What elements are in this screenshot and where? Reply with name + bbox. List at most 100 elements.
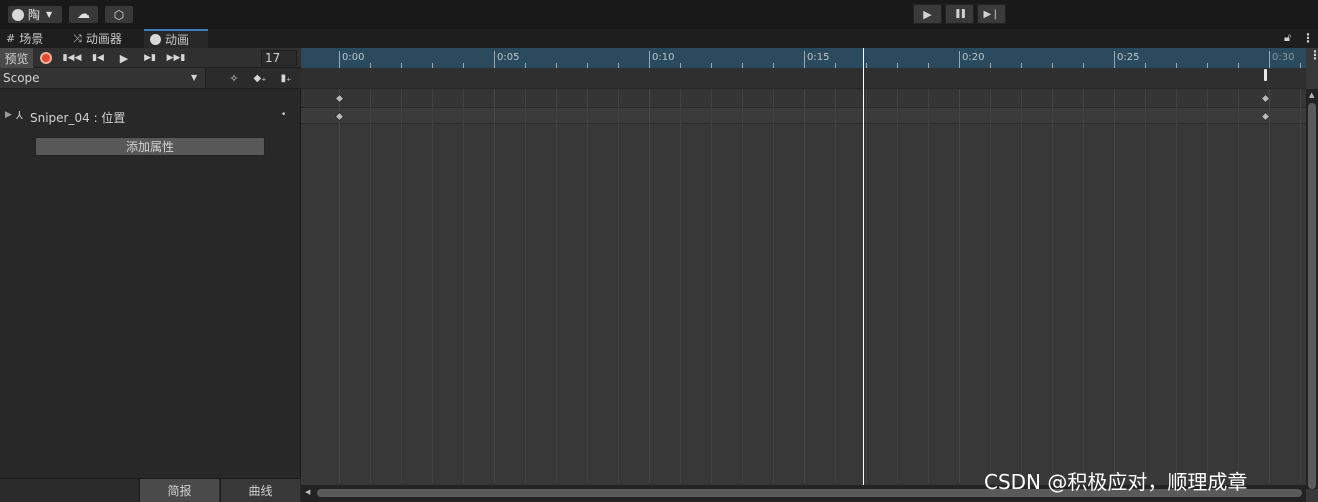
grid-line bbox=[680, 89, 681, 483]
clip-row: Scope ▼ ✧ ◆₊ ▮₊ bbox=[0, 68, 301, 89]
tab-animation[interactable]: 动画 bbox=[144, 29, 208, 48]
skip-end-icon: ▶▶▮ bbox=[166, 53, 186, 63]
account-icon bbox=[12, 8, 24, 21]
filter-button[interactable]: ✧ bbox=[222, 69, 246, 87]
grid-line bbox=[525, 89, 526, 483]
grid-line bbox=[1238, 89, 1239, 483]
scroll-left-icon[interactable]: ◀ bbox=[305, 488, 310, 496]
pause-icon: ❚❚ bbox=[953, 9, 967, 19]
add-keyframe-button[interactable]: ◆₊ bbox=[248, 69, 272, 87]
grid-line bbox=[587, 89, 588, 483]
grid-line bbox=[401, 89, 402, 483]
account-label: 陶 bbox=[28, 8, 41, 22]
cloud-icon: ☁ bbox=[77, 7, 90, 22]
tab-animator[interactable]: ⤨ 动画器 bbox=[73, 29, 143, 48]
expand-triangle-icon[interactable]: ▶ bbox=[5, 110, 12, 120]
grid-line bbox=[897, 89, 898, 483]
clock-icon bbox=[150, 34, 161, 45]
grid-line bbox=[711, 89, 712, 483]
vertical-scrollbar[interactable]: ▲ bbox=[1306, 89, 1318, 489]
cloud-button[interactable]: ☁ bbox=[68, 5, 99, 24]
vertical-scroll-thumb[interactable] bbox=[1308, 103, 1316, 489]
grid-line bbox=[1176, 89, 1177, 483]
add-property-button[interactable]: 添加属性 bbox=[35, 137, 265, 156]
first-keyframe-button[interactable]: ▮◀◀ bbox=[60, 49, 84, 67]
next-keyframe-button[interactable]: ▶▮ bbox=[138, 49, 162, 67]
main-toolbar: 陶 ▼ ☁ ⬡ ▶ ❚❚ ▶❘ bbox=[0, 0, 1318, 29]
last-keyframe-button[interactable]: ▶▶▮ bbox=[164, 49, 188, 67]
tab-curves[interactable]: 曲线 bbox=[220, 479, 300, 502]
grid-line bbox=[804, 89, 805, 483]
grid-line bbox=[1145, 89, 1146, 483]
skip-start-icon: ▮◀◀ bbox=[62, 53, 82, 63]
record-icon bbox=[40, 52, 52, 64]
animation-left-panel: 预览 ▮◀◀ ▮◀ ▶ ▶▮ ▶▶▮ 17 Scope ▼ ✧ ◆₊ ▮₊ ▶ bbox=[0, 48, 301, 502]
grid-line bbox=[959, 89, 960, 483]
play-icon: ▶ bbox=[119, 51, 129, 65]
filter-icon: ✧ bbox=[229, 71, 239, 85]
window-tab-bar: # 场景 ⤨ 动画器 动画 🔓︎ ⋮ bbox=[0, 29, 1318, 48]
grid-line bbox=[835, 89, 836, 483]
timeline-menu-icon[interactable]: ⋮ bbox=[1309, 48, 1318, 62]
grid-line bbox=[618, 89, 619, 483]
tab-dopesheet[interactable]: 简报 bbox=[139, 479, 219, 502]
grid-line bbox=[494, 89, 495, 483]
step-icon: ▶❘ bbox=[983, 8, 1000, 20]
dopesheet-panel[interactable]: 0:00 0:05 0:10 0:15 0:20 0:25 0:30 ▲ ⋮ ◀ bbox=[301, 48, 1318, 502]
view-mode-tabs: 简报 曲线 bbox=[0, 478, 301, 502]
grid-line bbox=[1114, 89, 1115, 483]
watermark-text: CSDN @积极应对，顺理成章 bbox=[984, 470, 1248, 494]
hexagon-icon: ⬡ bbox=[113, 7, 125, 22]
property-name: Sniper_04 : 位置 bbox=[30, 111, 126, 125]
grid-line bbox=[1052, 89, 1053, 483]
clip-dropdown[interactable]: Scope ▼ bbox=[0, 68, 206, 88]
tab-curves-label: 曲线 bbox=[248, 484, 273, 498]
animation-window: 陶 ▼ ☁ ⬡ ▶ ❚❚ ▶❘ # 场景 ⤨ 动画器 动画 🔓︎ ⋮ 预览 ▮◀… bbox=[0, 0, 1318, 502]
grid-line bbox=[866, 89, 867, 483]
frame-value: 17 bbox=[265, 51, 281, 65]
frame-input[interactable]: 17 bbox=[261, 50, 297, 66]
add-event-button[interactable]: ▮₊ bbox=[274, 69, 298, 87]
grid-line bbox=[928, 89, 929, 483]
grid-line bbox=[1021, 89, 1022, 483]
more-menu-icon[interactable]: ⋮ bbox=[1302, 31, 1314, 45]
grid-line bbox=[1300, 89, 1301, 483]
collab-button[interactable]: ⬡ bbox=[104, 5, 134, 24]
play-button[interactable]: ▶ bbox=[913, 4, 942, 24]
grid-line bbox=[463, 89, 464, 483]
play-clip-button[interactable]: ▶ bbox=[112, 49, 136, 67]
record-button[interactable] bbox=[34, 49, 58, 67]
preview-button[interactable]: 预览 bbox=[0, 48, 33, 68]
tab-animator-label: 动画器 bbox=[85, 32, 122, 46]
grid-line bbox=[1083, 89, 1084, 483]
tab-dopesheet-label: 简报 bbox=[167, 484, 192, 498]
playback-controls: 预览 ▮◀◀ ▮◀ ▶ ▶▮ ▶▶▮ 17 bbox=[0, 48, 301, 68]
tab-scene[interactable]: # 场景 bbox=[6, 29, 68, 48]
lock-icon[interactable]: 🔓︎ bbox=[1284, 31, 1291, 45]
add-property-label: 添加属性 bbox=[125, 140, 174, 154]
timeline-grid bbox=[301, 48, 1306, 485]
grid-line bbox=[773, 89, 774, 483]
grid-icon: # bbox=[6, 32, 16, 45]
transform-icon: ⅄ bbox=[16, 109, 23, 122]
grid-line bbox=[339, 89, 340, 483]
grid-line bbox=[370, 89, 371, 483]
next-icon: ▶▮ bbox=[144, 53, 156, 63]
add-key-icon: ◆₊ bbox=[253, 72, 267, 84]
grid-line bbox=[649, 89, 650, 483]
grid-line bbox=[990, 89, 991, 483]
add-event-icon: ▮₊ bbox=[280, 72, 292, 84]
clip-name: Scope bbox=[3, 71, 40, 85]
property-row[interactable]: ▶ ⅄ Sniper_04 : 位置 • bbox=[0, 108, 300, 126]
options-dot-icon[interactable]: • bbox=[281, 110, 286, 120]
grid-line bbox=[1207, 89, 1208, 483]
prev-icon: ▮◀ bbox=[92, 53, 104, 63]
chevron-down-icon: ▼ bbox=[191, 73, 198, 82]
playhead[interactable] bbox=[863, 48, 864, 485]
prev-keyframe-button[interactable]: ▮◀ bbox=[86, 49, 110, 67]
preview-label: 预览 bbox=[4, 51, 29, 66]
scroll-up-icon[interactable]: ▲ bbox=[1309, 91, 1314, 99]
pause-button[interactable]: ❚❚ bbox=[945, 4, 974, 24]
step-button[interactable]: ▶❘ bbox=[977, 4, 1006, 24]
account-dropdown[interactable]: 陶 ▼ bbox=[7, 5, 63, 24]
